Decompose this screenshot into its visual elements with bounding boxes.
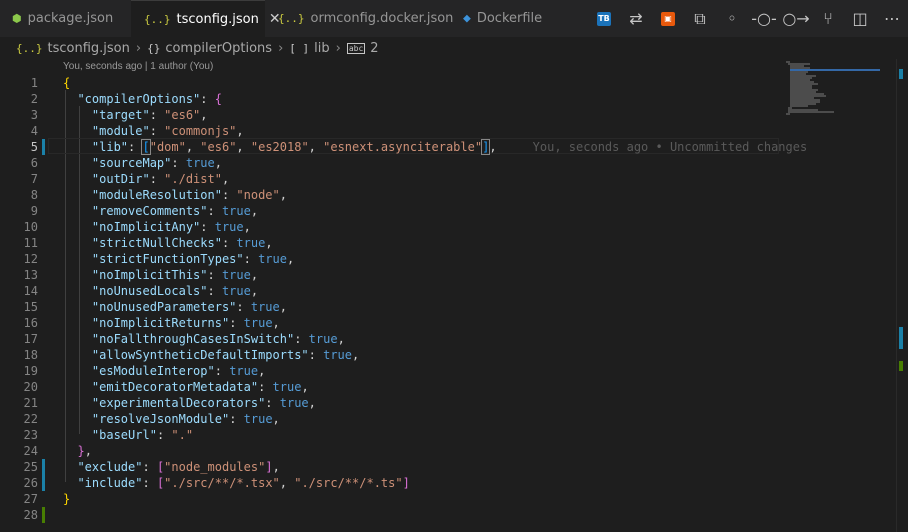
code-line: 8 "moduleResolution": "node", (30, 188, 287, 202)
code-line: 15 "noUnusedParameters": true, (23, 300, 287, 314)
code-line: 4 "module": "commonjs", (30, 124, 244, 138)
code-line: 28 (0, 507, 880, 523)
chevron-right-icon: › (335, 40, 341, 56)
more-actions-icon[interactable]: ⋯ (876, 0, 908, 37)
vertical-scrollbar[interactable] (896, 59, 908, 532)
code-line: 3 "target": "es6", (30, 108, 208, 122)
tab-tsconfig-json[interactable]: {..} tsconfig.json ✕ (131, 0, 281, 37)
tab-label: package.json (27, 11, 114, 26)
tab-bar: ⬢ package.json {..} tsconfig.json ✕ {..}… (0, 0, 908, 37)
compare-changes-icon[interactable]: ⇄ (620, 0, 652, 37)
breadcrumb-file[interactable]: tsconfig.json (48, 41, 130, 56)
code-line: 7 "outDir": "./dist", (30, 172, 230, 186)
code-line: 16 "noImplicitReturns": true, (23, 316, 280, 330)
json-icon: {..} (16, 41, 43, 55)
minimap[interactable] (778, 59, 888, 129)
tab-package-json[interactable]: ⬢ package.json (0, 0, 131, 37)
docker-icon: ◆ (463, 11, 471, 26)
modified-gutter-marker (42, 459, 45, 475)
code-editor[interactable]: You, seconds ago | 1 author (You) 1{ 2 "… (0, 59, 908, 532)
code-line: 2 "compilerOptions": { (30, 92, 222, 106)
git-branch-icon[interactable]: ⑂ (812, 0, 844, 37)
code-line: 22 "resolveJsonModule": true, (23, 412, 280, 426)
previous-change-icon[interactable]: -○- (748, 0, 780, 37)
code-line: 24 }, (23, 444, 92, 458)
codelens-author[interactable]: You, seconds ago | 1 author (You) (63, 59, 213, 75)
code-line: 23 "baseUrl": "." (23, 428, 194, 442)
code-line: 18 "allowSyntheticDefaultImports": true, (23, 348, 360, 362)
tab-label: tsconfig.json (176, 11, 259, 27)
tray-extension-icon[interactable]: ▣ (652, 0, 684, 37)
breadcrumb: {..} tsconfig.json › {} compilerOptions … (0, 37, 908, 59)
json-icon: {..} (278, 12, 305, 25)
nodejs-icon: ⬢ (12, 12, 22, 25)
array-icon: [ ] (289, 41, 310, 55)
breadcrumb-index[interactable]: 2 (370, 41, 378, 56)
tab-dockerfile[interactable]: ◆ Dockerfile (449, 0, 574, 37)
tab-label: ormconfig.docker.json (310, 11, 454, 26)
code-line: 20 "emitDecoratorMetadata": true, (23, 380, 309, 394)
modified-gutter-marker (42, 139, 45, 155)
code-line-current: 5 "lib": ["dom", "es6", "es2018", "esnex… (0, 139, 880, 155)
added-gutter-marker (42, 507, 45, 523)
json-icon: {..} (144, 12, 171, 26)
editor-actions: TB ⇄ ▣ ⧉ ◦ -○- ○→ ⑂ ◫ ⋯ (588, 0, 908, 37)
current-line-number: 5 (30, 140, 38, 154)
next-change-icon[interactable]: ○→ (780, 0, 812, 37)
tab-ormconfig-docker-json[interactable]: {..} ormconfig.docker.json (265, 0, 453, 37)
modified-ruler-marker (899, 69, 903, 79)
code-line: 10 "noImplicitAny": true, (23, 220, 251, 234)
git-commit-icon[interactable]: ◦ (716, 0, 748, 37)
tb-extension-icon[interactable]: TB (588, 0, 620, 37)
breadcrumb-compiler-options[interactable]: compilerOptions (165, 41, 272, 56)
chevron-right-icon: › (135, 40, 142, 56)
split-editor-icon[interactable]: ◫ (844, 0, 876, 37)
chevron-right-icon: › (278, 40, 284, 56)
code-line: 19 "esModuleInterop": true, (23, 364, 266, 378)
code-line: 11 "strictNullChecks": true, (23, 236, 273, 250)
string-icon: abc (346, 42, 366, 54)
code-line: 14 "noUnusedLocals": true, (23, 284, 259, 298)
code-line: 21 "experimentalDecorators": true, (23, 396, 316, 410)
added-ruler-marker (899, 361, 903, 371)
tab-label: Dockerfile (476, 11, 543, 26)
code-line: 9 "removeComments": true, (30, 204, 259, 218)
code-line: 26 "include": ["./src/**/*.tsx", "./src/… (23, 475, 410, 491)
git-blame-annotation: You, seconds ago • Uncommitted changes (532, 140, 808, 154)
open-preview-icon[interactable]: ⧉ (684, 0, 716, 37)
code-line: 17 "noFallthroughCasesInSwitch": true, (23, 332, 345, 346)
modified-ruler-marker (899, 327, 903, 349)
code-line: 6 "sourceMap": true, (30, 156, 222, 170)
code-line: 25 "exclude": ["node_modules"], (23, 459, 280, 475)
modified-gutter-marker (42, 475, 45, 491)
code-line: 12 "strictFunctionTypes": true, (23, 252, 295, 266)
code-line: 13 "noImplicitThis": true, (23, 268, 259, 282)
code-line: 27} (23, 492, 71, 506)
object-icon: {} (147, 41, 161, 55)
code-line: 1{ (30, 76, 71, 90)
breadcrumb-lib[interactable]: lib (314, 41, 329, 56)
